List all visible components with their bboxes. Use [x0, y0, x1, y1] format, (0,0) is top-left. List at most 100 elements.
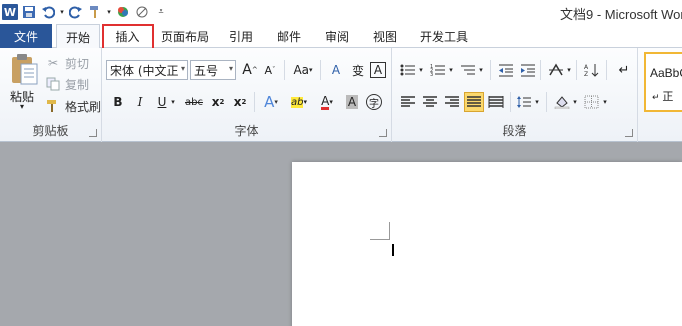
style-name: ↵ 正 — [652, 90, 674, 103]
title-bar: W ▾ ▾ ⩡ 文档9 - Microsoft Word — [0, 0, 682, 24]
divider — [510, 92, 511, 112]
asian-layout-icon[interactable] — [546, 60, 566, 80]
customize-qat-icon[interactable]: ⩡ — [153, 4, 169, 20]
style-normal[interactable]: AaBbC ↵ 正 — [644, 52, 682, 112]
decrease-indent-icon[interactable] — [496, 60, 516, 80]
change-case-button[interactable]: Aa ▾ — [290, 60, 316, 80]
chevron-down-icon[interactable]: ▾ — [570, 92, 580, 112]
clear-formatting-icon: A — [331, 63, 341, 77]
chevron-down-icon: ▾ — [20, 102, 25, 111]
align-center-icon[interactable] — [420, 92, 440, 112]
chevron-down-icon[interactable]: ▾ — [532, 92, 542, 112]
copy-button[interactable]: 复制 — [44, 75, 89, 93]
bold-icon: B — [113, 95, 123, 109]
strikethrough-button[interactable]: abc — [182, 92, 206, 112]
sort-icon[interactable]: AZ — [582, 60, 602, 80]
multilevel-list-icon[interactable] — [458, 60, 478, 80]
tab-view[interactable]: 视图 — [366, 24, 404, 48]
word-app-icon[interactable]: W — [2, 4, 18, 20]
superscript-button[interactable]: x2 — [230, 92, 250, 112]
quick-access-toolbar: W ▾ ▾ ⩡ — [2, 2, 169, 22]
undo-icon[interactable] — [40, 4, 56, 20]
divider — [540, 60, 541, 80]
borders-icon[interactable] — [582, 92, 602, 112]
tab-file[interactable]: 文件 — [0, 24, 52, 48]
tab-references[interactable]: 引用 — [222, 24, 260, 48]
bullets-icon[interactable] — [398, 60, 418, 80]
grow-font-button[interactable]: A ^ — [240, 60, 260, 80]
justify-icon[interactable] — [464, 92, 484, 112]
shrink-font-icon: A — [264, 63, 273, 77]
svg-text:Z: Z — [584, 71, 588, 77]
phonetic-guide-button[interactable]: 变 — [348, 60, 368, 80]
tab-insert[interactable]: 插入 — [100, 24, 155, 48]
chevron-down-icon: ▾ — [180, 64, 185, 73]
save-icon[interactable] — [21, 4, 37, 20]
group-font: 宋体 (中文正 ▾ 五号 ▾ A ^ Aˇ Aa ▾ A 变 A B I U ▾ a… — [102, 48, 392, 142]
bold-button[interactable]: B — [108, 92, 128, 112]
dropdown-icon[interactable]: ▾ — [59, 4, 65, 20]
font-name-select[interactable]: 宋体 (中文正 ▾ — [106, 60, 188, 80]
chevron-down-icon[interactable]: ▾ — [600, 92, 610, 112]
clipboard-launcher-icon[interactable] — [89, 129, 97, 137]
text-cursor — [392, 244, 394, 256]
clear-icon[interactable] — [134, 4, 150, 20]
highlight-button[interactable]: ab ▾ — [286, 92, 312, 112]
chevron-down-icon[interactable]: ▾ — [446, 60, 456, 80]
shading-icon[interactable] — [552, 92, 572, 112]
line-spacing-icon[interactable] — [514, 92, 534, 112]
enclose-characters-icon: 字 — [369, 98, 379, 110]
divider — [576, 60, 577, 80]
chevron-down-icon[interactable]: ▾ — [416, 60, 426, 80]
character-shading-button[interactable]: A — [342, 92, 362, 112]
paste-button[interactable]: 粘贴 ▾ — [6, 52, 42, 112]
tab-developer[interactable]: 开发工具 — [414, 24, 474, 48]
underline-icon: U — [157, 95, 167, 109]
window-title: 文档9 - Microsoft Word — [560, 7, 682, 22]
phonetic-guide-icon: 变 — [351, 63, 364, 78]
italic-button[interactable]: I — [130, 92, 150, 112]
redo-icon[interactable] — [68, 4, 84, 20]
tab-home[interactable]: 开始 — [56, 24, 100, 49]
increase-indent-icon[interactable] — [518, 60, 538, 80]
chevron-down-icon[interactable]: ▾ — [476, 60, 486, 80]
paragraph-group-label: 段落 — [502, 124, 527, 138]
font-size-select[interactable]: 五号 ▾ — [190, 60, 236, 80]
format-painter-icon[interactable] — [87, 4, 103, 20]
document-page[interactable] — [292, 162, 682, 326]
tab-page-layout[interactable]: 页面布局 — [160, 24, 210, 48]
svg-text:3: 3 — [430, 72, 433, 77]
align-left-icon[interactable] — [398, 92, 418, 112]
group-clipboard: 粘贴 ▾ ✂ 剪切 复制 格式刷 剪贴板 — [0, 48, 102, 142]
font-color-icon: A — [321, 93, 330, 110]
clipboard-icon — [12, 54, 38, 85]
subscript-button[interactable]: x2 — [208, 92, 228, 112]
ribbon: 粘贴 ▾ ✂ 剪切 复制 格式刷 剪贴板 宋体 (中文正 ▾ 五号 ▾ A ^ … — [0, 48, 682, 142]
font-color-button[interactable]: A ▾ — [314, 92, 340, 112]
character-border-button[interactable]: A — [370, 62, 386, 78]
tab-mailings[interactable]: 邮件 — [270, 24, 308, 48]
grow-font-icon: A — [242, 62, 252, 78]
text-effects-button[interactable]: A ▾ — [258, 92, 284, 112]
numbering-icon[interactable]: 123 — [428, 60, 448, 80]
divider — [320, 60, 321, 80]
color-wheel-icon[interactable] — [115, 4, 131, 20]
clear-formatting-button[interactable]: A — [326, 60, 346, 80]
enclose-characters-button[interactable]: 字 — [366, 94, 382, 110]
distributed-icon[interactable] — [486, 92, 506, 112]
dropdown-icon[interactable]: ▾ — [106, 4, 112, 20]
shrink-font-button[interactable]: Aˇ — [260, 60, 280, 80]
paragraph-launcher-icon[interactable] — [625, 129, 633, 137]
format-painter-button[interactable]: 格式刷 — [44, 97, 101, 115]
tab-review[interactable]: 审阅 — [318, 24, 356, 48]
chevron-down-icon[interactable]: ▾ — [168, 92, 178, 112]
paintbrush-icon — [44, 97, 62, 115]
chevron-down-icon[interactable]: ▾ — [564, 60, 574, 80]
align-right-icon[interactable] — [442, 92, 462, 112]
show-hide-marks-icon[interactable]: ↵ — [614, 60, 634, 80]
scissors-icon: ✂ — [47, 56, 59, 70]
cut-button[interactable]: ✂ 剪切 — [44, 54, 89, 72]
font-launcher-icon[interactable] — [379, 129, 387, 137]
chevron-down-icon: ▾ — [228, 64, 233, 73]
divider — [606, 60, 607, 80]
